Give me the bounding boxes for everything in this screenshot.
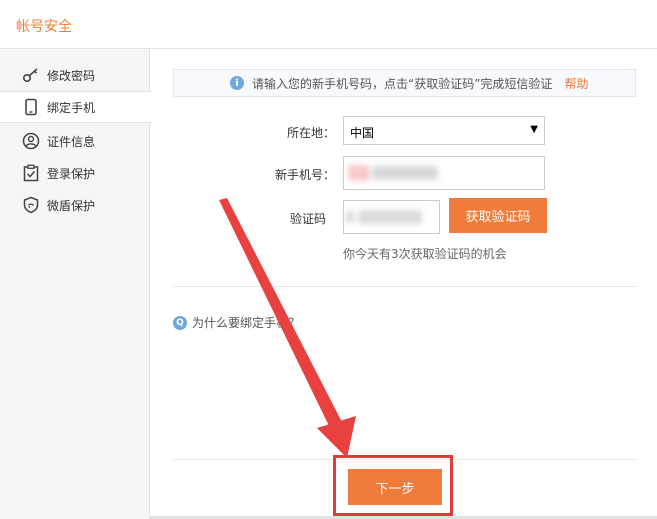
dropdown-arrow-icon: ▼ xyxy=(530,124,538,135)
sidebar-item-label: 绑定手机 xyxy=(47,100,96,115)
sidebar-item-id-info[interactable]: 证件信息 xyxy=(0,125,150,157)
annotation-arrow-head xyxy=(317,416,356,458)
redacted-code xyxy=(358,210,422,224)
region-select[interactable]: 中国 ▼ xyxy=(343,116,545,145)
phone-input[interactable] xyxy=(343,156,545,190)
notice-bar: i 请输入您的新手机号码，点击“获取验证码”完成短信验证 帮助 xyxy=(173,69,636,97)
sidebar-item-change-password[interactable]: 修改密码 xyxy=(0,59,150,91)
region-label: 所在地： xyxy=(286,126,335,140)
sidebar-item-login-protection[interactable]: 登录保护 xyxy=(0,157,150,189)
why-bind-phone[interactable]: Q 为什么要绑定手机？ xyxy=(173,314,300,331)
verification-code-input[interactable] xyxy=(343,200,440,234)
notice-message: 请输入您的新手机号码，点击“获取验证码”完成短信验证 xyxy=(252,76,553,91)
header: 帐号安全 xyxy=(0,0,657,49)
info-icon: i xyxy=(230,76,244,90)
redacted-phone xyxy=(348,165,370,181)
phone-label: 新手机号： xyxy=(274,168,335,182)
key-icon xyxy=(21,65,41,85)
why-bind-phone-link[interactable]: 为什么要绑定手机？ xyxy=(192,314,300,331)
redacted-phone xyxy=(372,166,438,180)
code-chances-hint: 你今天有3次获取验证码的机会 xyxy=(343,247,507,261)
phone-icon xyxy=(21,97,41,117)
redacted-code xyxy=(346,211,354,223)
question-icon: Q xyxy=(173,315,187,330)
shield-icon xyxy=(21,195,41,215)
help-link[interactable]: 帮助 xyxy=(564,75,588,92)
sidebar-item-label: 微盾保护 xyxy=(47,198,96,213)
sidebar: 修改密码 绑定手机 证件信息 登录保护 微盾保护 xyxy=(0,49,151,519)
sidebar-item-bind-phone[interactable]: 绑定手机 xyxy=(0,91,151,123)
sidebar-item-label: 证件信息 xyxy=(47,134,96,149)
annotation-highlight-box xyxy=(333,455,453,516)
sidebar-item-micro-shield[interactable]: 微盾保护 xyxy=(0,189,150,221)
region-select-value: 中国 xyxy=(350,126,375,140)
sidebar-item-label: 修改密码 xyxy=(47,68,96,83)
code-label: 验证码 xyxy=(289,212,326,226)
sidebar-item-label: 登录保护 xyxy=(47,166,96,181)
user-circle-icon xyxy=(21,131,41,151)
page-title: 帐号安全 xyxy=(16,19,72,35)
clipboard-check-icon xyxy=(21,163,41,183)
divider xyxy=(173,286,636,287)
get-code-button[interactable]: 获取验证码 xyxy=(449,198,547,233)
